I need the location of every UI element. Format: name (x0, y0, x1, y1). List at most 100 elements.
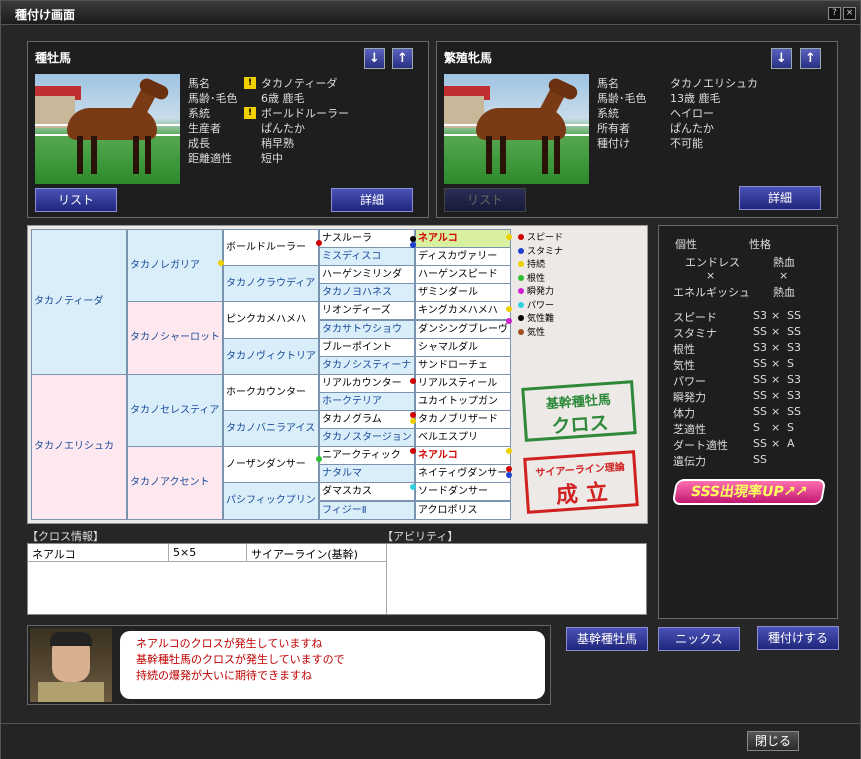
pedigree-g4-cell[interactable]: ホークテリア (319, 391, 415, 411)
pedigree-g4-cell[interactable]: ダマスカス (319, 482, 415, 502)
factor-dot-icon (316, 456, 322, 462)
pedigree-g4-cell[interactable]: フィジーⅡ (319, 500, 415, 520)
advisor-dialog: ネアルコのクロスが発生していますね 基幹種牡馬のクロスが発生していますので 持続… (27, 625, 551, 705)
stallion-down-button[interactable]: ↓ (364, 48, 385, 69)
stat-dam: SS (787, 405, 801, 418)
factor-dot-icon (410, 484, 416, 490)
pedigree-g4-cell[interactable]: タカノグラム (319, 410, 415, 430)
pedigree-g5-cell[interactable]: キングカメハメハ (415, 301, 511, 321)
tanetsuke-button[interactable]: 種付けする (757, 626, 839, 650)
warning-icon: ! (244, 107, 256, 119)
pedigree-g3-cell[interactable]: パシフィックプリン (223, 482, 319, 520)
stat-cross: × (771, 341, 781, 354)
pedigree-g5-cell[interactable]: サンドローチェ (415, 355, 511, 375)
pedigree-g4-cell[interactable]: ナタルマ (319, 464, 415, 484)
main-window: 種付け画面 ? × 種牡馬 ↓ ↑ 馬名! タカノティーダ 馬齢･毛色 6歳 鹿毛 … (0, 0, 861, 759)
mare-up-button[interactable]: ↑ (800, 48, 821, 69)
close-button[interactable]: 閉じる (747, 731, 799, 751)
stat-dam: S (787, 421, 794, 434)
pedigree-g5-cell[interactable]: ハーゲンスピード (415, 265, 511, 285)
pedigree-g2-cell[interactable]: タカノレガリア (127, 229, 223, 303)
pedigree-g5-cell[interactable]: ネアルコ (415, 229, 511, 249)
pedigree-g5-cell[interactable]: シャマルダル (415, 337, 511, 357)
pedigree-g4-cell[interactable]: ナスルーラ (319, 229, 415, 249)
pedigree-g3-cell[interactable]: タカノバニラアイス (223, 410, 319, 448)
dialog-bubble: ネアルコのクロスが発生していますね 基幹種牡馬のクロスが発生していますので 持続… (120, 631, 545, 699)
pedigree-g3-cell[interactable]: タカノクラウディア (223, 265, 319, 303)
stat-cross: × (771, 421, 781, 434)
pedigree-g2-cell[interactable]: タカノシャーロット (127, 301, 223, 375)
pedigree-g3-cell[interactable]: ノーザンダンサー (223, 446, 319, 484)
legend-item: 瞬発力 (518, 284, 554, 297)
pedigree-g5-cell[interactable]: ネアルコ (415, 446, 511, 466)
pedigree-g5-cell[interactable]: ザミンダール (415, 283, 511, 303)
mare-detail-button[interactable]: 詳細 (739, 186, 821, 210)
pedigree-g5-cell[interactable]: タカノブリザード (415, 410, 511, 430)
stat-dam: SS (787, 309, 801, 322)
close-icon[interactable]: × (843, 7, 856, 20)
stallion-list-button[interactable]: リスト (35, 188, 117, 212)
stat-cross: × (771, 389, 781, 402)
factor-dot-icon (506, 318, 512, 324)
stat-sire: SS (753, 405, 767, 418)
pedigree-g3-cell[interactable]: ホークカウンター (223, 373, 319, 411)
stat-sire: SS (753, 325, 767, 338)
pedigree-g5-cell[interactable]: ダンシングブレーヴ (415, 319, 511, 339)
nicks-button[interactable]: ニックス (658, 627, 740, 651)
pedigree-g5-cell[interactable]: ディスカヴァリー (415, 247, 511, 267)
legend-item: パワー (518, 298, 554, 311)
pedigree-g5-cell[interactable]: ユカイトップガン (415, 391, 511, 411)
table-row[interactable]: ネアルコ 5×5 サイアーライン(基幹) (28, 544, 386, 562)
stat-label: 気性 (673, 359, 695, 372)
pedigree-g4-cell[interactable]: タカノシスティーナ (319, 355, 415, 375)
pedigree-g4-cell[interactable]: ハーゲンミリンダ (319, 265, 415, 285)
stat-cross: × (771, 405, 781, 418)
mare-list-button[interactable]: リスト (444, 188, 526, 212)
factor-dot-icon (410, 378, 416, 384)
help-button[interactable]: ? (828, 7, 841, 20)
stat-cross: × (771, 437, 781, 450)
pedigree-g4-cell[interactable]: タカノスタージョン (319, 428, 415, 448)
stallion-detail-button[interactable]: 詳細 (331, 188, 413, 212)
mare-panel: 繁殖牝馬 ↓ ↑ 馬名 タカノエリシュカ 馬齢･毛色 13歳 鹿毛 系統 ヘイロー 所… (436, 41, 838, 218)
personality-label: 性格 (749, 238, 771, 251)
mare-header: 繁殖牝馬 (444, 51, 493, 65)
factor-dot-icon (410, 242, 416, 248)
cross-header: 【クロス情報】 (27, 530, 104, 543)
pedigree-g5-cell[interactable]: ネイティヴダンサー (415, 464, 511, 484)
pedigree-g4-cell[interactable]: リオンディーズ (319, 301, 415, 321)
ability-header: 【アビリティ】 (382, 530, 459, 543)
stat-sire: S (753, 421, 760, 434)
pedigree-g4-cell[interactable]: ニアークティック (319, 446, 415, 466)
stat-dam: A (787, 437, 795, 450)
trait-label: 個性 (675, 238, 697, 251)
legend-item: 根性 (518, 271, 545, 284)
legend-item: スタミナ (518, 244, 563, 257)
stallion-header: 種牡馬 (35, 51, 72, 65)
pedigree-g4-cell[interactable]: タカノヨハネス (319, 283, 415, 303)
pedigree-g5-cell[interactable]: アクロポリス (415, 500, 511, 520)
legend-item: 気性 (518, 325, 545, 338)
pedigree-g4-cell[interactable]: タカサトウショウ (319, 319, 415, 339)
mare-down-button[interactable]: ↓ (771, 48, 792, 69)
stallion-up-button[interactable]: ↑ (392, 48, 413, 69)
pedigree-g5-cell[interactable]: リアルスティール (415, 373, 511, 393)
factor-dot-icon (506, 234, 512, 240)
pedigree-g2-cell[interactable]: タカノセレスティア (127, 373, 223, 448)
stat-cross: × (771, 309, 781, 322)
pedigree-g5-cell[interactable]: ソードダンサー (415, 482, 511, 502)
kikan-stallion-button[interactable]: 基幹種牡馬 (566, 627, 648, 651)
pedigree-g3-cell[interactable]: タカノヴィクトリア (223, 337, 319, 375)
pedigree-g4-cell[interactable]: リアルカウンター (319, 373, 415, 393)
pedigree-g1-cell[interactable]: タカノエリシュカ (31, 373, 127, 520)
advisor-avatar (30, 628, 112, 702)
title-bar: 種付け画面 ? × (1, 1, 860, 25)
pedigree-g5-cell[interactable]: ベルエスプリ (415, 428, 511, 448)
pedigree-g4-cell[interactable]: ブルーポイント (319, 337, 415, 357)
stat-cross: × (771, 325, 781, 338)
pedigree-g1-cell[interactable]: タカノティーダ (31, 229, 127, 375)
pedigree-g4-cell[interactable]: ミスディスコ (319, 247, 415, 267)
pedigree-g2-cell[interactable]: タカノアクセント (127, 446, 223, 520)
pedigree-g3-cell[interactable]: ボールドルーラー (223, 229, 319, 267)
pedigree-g3-cell[interactable]: ピンクカメハメハ (223, 301, 319, 339)
